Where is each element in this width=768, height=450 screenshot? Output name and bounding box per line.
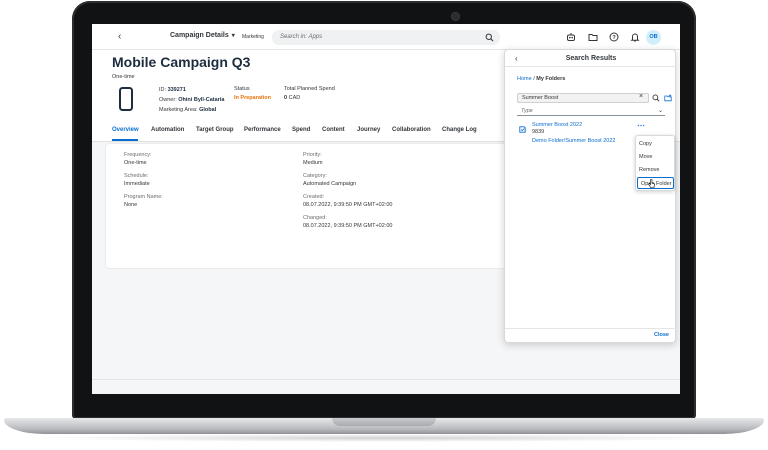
popover-footer-divider [505,328,677,329]
id-label: ID: [159,87,167,93]
spend-currency: CAD [288,95,301,101]
laptop-notch [332,418,436,426]
folder-icon[interactable] [588,32,598,42]
popover-header-divider [505,66,677,67]
search-results-popover: ‹ Search Results Home / My Folders Summe… [504,49,677,343]
menu-item-remove[interactable]: Remove [636,164,674,176]
spend-value: 0 CAD [284,95,300,101]
laptop-shadow [30,434,738,442]
campaign-icon [519,126,526,133]
context-menu: Copy Move Remove Open Folder [635,135,675,191]
stage: ‹ Campaign Details ▾ Marketing Search in:… [0,0,768,450]
footer-divider [92,379,680,380]
breadcrumb-current: My Folders [536,76,566,82]
app-subtitle: Marketing [242,34,264,40]
details-card: Frequency: One-time Schedule: Immediate … [106,144,526,268]
folder-search-input[interactable]: Summer Boost × [517,93,649,103]
priority-value: Medium [303,160,323,166]
popover-title: Search Results [565,55,617,62]
tab-performance[interactable]: Performance [244,127,281,133]
program-value: None [124,202,138,208]
tab-content[interactable]: Content [322,127,345,133]
area-label: Marketing Area: [159,107,198,113]
result-name-link[interactable]: Summer Boost 2022 [532,122,582,128]
help-icon[interactable]: ? [609,32,619,42]
menu-item-move[interactable]: Move [636,151,674,163]
tab-journey[interactable]: Journey [357,127,380,133]
schedule-label: Schedule: [124,173,149,179]
shell-bar: ‹ Campaign Details ▾ Marketing Search in:… [92,24,680,50]
area-value: Global [199,107,217,113]
frequency-label: Frequency: [124,152,152,158]
priority-label: Priority: [303,152,322,158]
search-icon[interactable] [652,94,660,102]
tab-collaboration[interactable]: Collaboration [392,127,431,133]
spend-label: Total Planned Spend [284,86,335,92]
category-value: Automated Campaign [303,181,357,187]
created-label: Created: [303,194,325,200]
tab-automation[interactable]: Automation [151,127,184,133]
status-label: Status [234,86,250,92]
clear-icon[interactable]: × [639,93,643,100]
created-value: 08.07.2022, 9:39:50 PM GMT+02:00 [303,202,393,208]
chevron-down-icon: ▾ [231,33,235,39]
marketing-area: Marketing Area: Global [159,107,216,113]
page-subtitle: One-time [112,74,135,80]
breadcrumb: Home / My Folders [517,76,565,82]
screen: ‹ Campaign Details ▾ Marketing Search in:… [92,24,680,394]
category-label: Category: [303,173,327,179]
result-path-link[interactable]: Demo Folder/Summer Boost 2022 [532,138,615,144]
type-select[interactable]: Type ⌄ [517,107,665,116]
bell-icon[interactable] [630,32,640,42]
schedule-value: Immediate [124,181,150,187]
close-button[interactable]: Close [654,332,669,338]
id-value: 339271 [167,87,186,93]
shell-search-field[interactable]: Search in: Apps [272,30,500,45]
spend-amount: 0 [284,95,288,101]
owner-value: Ohini Byll-Cataria [178,97,225,103]
new-folder-icon[interactable] [664,94,672,102]
status-badge: In Preparation [234,95,271,101]
mobile-phone-icon [119,87,133,111]
app-title-menu[interactable]: Campaign Details ▾ [170,32,235,39]
robot-icon[interactable] [566,32,576,42]
folder-search-value: Summer Boost [522,95,559,101]
tab-spend[interactable]: Spend [292,127,310,133]
campaign-id: ID: 339271 [159,87,186,93]
app-title: Campaign Details [170,32,229,39]
changed-value: 08.07.2022, 9:39:50 PM GMT+02:00 [303,223,393,229]
breadcrumb-home[interactable]: Home [517,76,532,82]
back-button[interactable]: ‹ [118,31,121,42]
search-icon[interactable] [485,33,494,42]
active-tab-indicator [112,139,138,141]
type-placeholder: Type [521,108,533,114]
search-placeholder: Search in: Apps [280,34,323,40]
tab-target-group[interactable]: Target Group [196,127,234,133]
result-id: 9839 [532,129,545,135]
chevron-down-icon: ⌄ [657,108,663,114]
more-options-icon[interactable]: ⋯ [637,121,646,130]
tab-change-log[interactable]: Change Log [442,127,477,133]
breadcrumb-separator: / [533,76,535,82]
campaign-owner: Owner: Ohini Byll-Cataria [159,97,224,103]
camera-icon [452,13,459,20]
hand-cursor-icon [648,179,655,188]
user-avatar[interactable]: OB [646,30,661,45]
menu-item-open-folder[interactable]: Open Folder [637,177,674,189]
tab-overview[interactable]: Overview [112,127,139,133]
changed-label: Changed: [303,215,327,221]
owner-label: Owner: [159,97,177,103]
page-title: Mobile Campaign Q3 [112,54,251,70]
menu-item-copy[interactable]: Copy [636,138,674,150]
frequency-value: One-time [124,160,147,166]
program-label: Program Name: [124,194,163,200]
